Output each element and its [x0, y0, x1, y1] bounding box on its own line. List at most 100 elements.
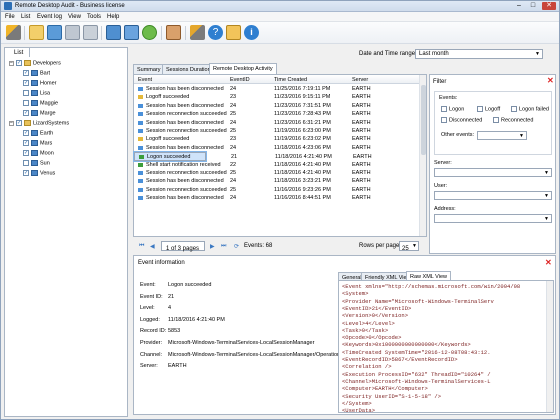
table-row[interactable]: Logoff succeeded 23 11/23/2016 9:15:11 PM E…	[134, 93, 420, 101]
menu-list[interactable]: List	[21, 14, 30, 20]
table-row[interactable]: Session has been disconnected 24 11/18/201…	[134, 144, 420, 152]
tree-computer[interactable]: ✓ Earth	[23, 130, 53, 138]
tree-computer[interactable]: ✓ Marge	[23, 110, 56, 118]
table-row[interactable]: Session reconnection succeeded 25 11/18/20…	[134, 169, 420, 177]
tree-computer[interactable]: ✓ Venus	[23, 170, 55, 178]
tree-computer[interactable]: ✓ Mars	[23, 140, 52, 148]
column-time-created[interactable]: Time Created	[274, 77, 307, 83]
collapse-icon[interactable]: −	[9, 60, 14, 66]
table-row[interactable]: Session has been disconnected 24 11/23/201…	[134, 102, 420, 110]
xml-scrollbar[interactable]	[546, 281, 553, 412]
tree-checkbox[interactable]: ✓	[23, 70, 29, 76]
tree-checkbox[interactable]: ✓	[23, 140, 29, 146]
refresh-icon[interactable]	[142, 25, 157, 40]
tree-checkbox[interactable]: ✓	[23, 150, 29, 156]
toolbar-separator	[161, 26, 162, 40]
tab-list[interactable]: List	[4, 47, 30, 57]
checklist-icon[interactable]	[106, 25, 121, 40]
last-page-icon[interactable]: ⏭	[221, 243, 226, 250]
other-events-select[interactable]: ▼	[477, 131, 527, 140]
event-field: Event: Logon succeeded	[140, 282, 211, 288]
cell-event: Logoff succeeded	[146, 94, 190, 101]
home-icon[interactable]	[226, 25, 241, 40]
address-select[interactable]: ▼	[434, 214, 552, 223]
cell-server: EARTH	[352, 102, 371, 109]
event-type-icon	[138, 145, 143, 150]
refresh-page-icon[interactable]: ⟳	[234, 243, 239, 250]
tree-computer[interactable]: Maggie	[23, 100, 58, 108]
user-icon[interactable]	[166, 25, 181, 40]
table-row[interactable]: Shell start notification received 22 11/18…	[134, 161, 420, 169]
add-computer-icon[interactable]	[47, 25, 62, 40]
table-row[interactable]: Session has been disconnected 24 11/16/201…	[134, 194, 420, 202]
tree-checkbox[interactable]: ✓	[16, 120, 22, 126]
tree-computer[interactable]: ✓ Moon	[23, 150, 54, 158]
prev-page-icon[interactable]: ◀	[150, 243, 155, 250]
event-type-icon	[138, 162, 143, 167]
minimize-button[interactable]: –	[513, 2, 525, 10]
date-range-select[interactable]: Last month ▼	[415, 49, 543, 59]
tree-group[interactable]: − ✓ Developers	[9, 60, 61, 68]
tab-summary[interactable]: Summary	[133, 64, 165, 74]
computers-icon[interactable]	[83, 25, 98, 40]
logon-checkbox[interactable]: Logon	[441, 106, 464, 112]
info-icon[interactable]: i	[244, 25, 259, 40]
maximize-button[interactable]: □	[527, 2, 539, 10]
tree-computer[interactable]: ✓ Bart	[23, 70, 50, 78]
disconnected-checkbox[interactable]: Disconnected	[441, 117, 482, 123]
collapse-icon[interactable]: −	[9, 120, 14, 126]
close-filter-icon[interactable]: ✕	[547, 76, 554, 85]
close-button[interactable]: ✕	[542, 2, 556, 10]
first-page-icon[interactable]: ⏮	[139, 243, 144, 250]
next-page-icon[interactable]: ▶	[210, 243, 215, 250]
table-row[interactable]: Session reconnection succeeded 25 11/16/20…	[134, 186, 420, 194]
menu-file[interactable]: File	[5, 14, 15, 20]
tree-checkbox[interactable]: ✓	[23, 170, 29, 176]
tree-checkbox[interactable]	[23, 100, 29, 106]
menu-tools[interactable]: Tools	[87, 14, 101, 20]
tree-checkbox[interactable]: ✓	[23, 130, 29, 136]
reconnected-checkbox[interactable]: Reconnected	[493, 117, 533, 123]
tree-checkbox[interactable]	[23, 160, 29, 166]
tab-remote-desktop-activity[interactable]: Remote Desktop Activity	[209, 63, 277, 74]
folder-add-icon[interactable]	[29, 25, 44, 40]
table-row[interactable]: Session has been disconnected 24 11/23/201…	[134, 119, 420, 127]
logoff-checkbox[interactable]: Logoff	[477, 106, 500, 112]
table-row[interactable]: Session has been disconnected 24 11/18/201…	[134, 177, 420, 185]
tree-checkbox[interactable]	[23, 90, 29, 96]
rows-per-page-select[interactable]: 25 ▼	[399, 241, 419, 252]
tools-icon[interactable]	[190, 25, 205, 40]
column-event[interactable]: Event	[138, 77, 152, 83]
menu-help[interactable]: Help	[107, 14, 119, 20]
table-row[interactable]: Session reconnection succeeded 25 11/19/20…	[134, 127, 420, 135]
table-row[interactable]: Session reconnection succeeded 25 11/23/20…	[134, 110, 420, 118]
tree-computer[interactable]: ✓ Homer	[23, 80, 57, 88]
scrollbar-thumb[interactable]	[421, 85, 426, 155]
column-server[interactable]: Server	[352, 77, 368, 83]
tree-computer[interactable]: Sun	[23, 160, 50, 168]
toolbar-separator	[101, 26, 102, 40]
close-info-icon[interactable]: ✕	[545, 258, 552, 267]
xml-line: <EventID>21</EventID>	[342, 304, 412, 312]
grid-scrollbar[interactable]	[419, 75, 426, 236]
tab-sessions-duration[interactable]: Sessions Duration	[162, 64, 215, 74]
tree-group[interactable]: − ✓ LizardSystems	[9, 120, 69, 128]
column-eventid[interactable]: EventID	[230, 77, 250, 83]
tree-computer[interactable]: Lisa	[23, 90, 50, 98]
network-icon[interactable]	[124, 25, 139, 40]
tree-checkbox[interactable]: ✓	[16, 60, 22, 66]
page-indicator[interactable]: 1 of 3 pages	[161, 241, 205, 252]
server-select[interactable]: ▼	[434, 168, 552, 177]
user-select[interactable]: ▼	[434, 191, 552, 200]
help-icon[interactable]: ?	[208, 25, 223, 40]
cell-event: Session reconnection succeeded	[146, 186, 227, 193]
tree-checkbox[interactable]: ✓	[23, 80, 29, 86]
table-row[interactable]: Logoff succeeded 23 11/19/2016 6:23:02 PM E…	[134, 135, 420, 143]
tree-checkbox[interactable]: ✓	[23, 110, 29, 116]
table-row[interactable]: Session has been disconnected 24 11/25/201…	[134, 85, 420, 93]
menu-view[interactable]: View	[68, 14, 81, 20]
wrench-icon[interactable]	[6, 25, 21, 40]
logon-failed-checkbox[interactable]: Logon failed	[511, 106, 549, 112]
menu-event-log[interactable]: Event log	[37, 14, 62, 20]
remove-computer-icon[interactable]	[65, 25, 80, 40]
